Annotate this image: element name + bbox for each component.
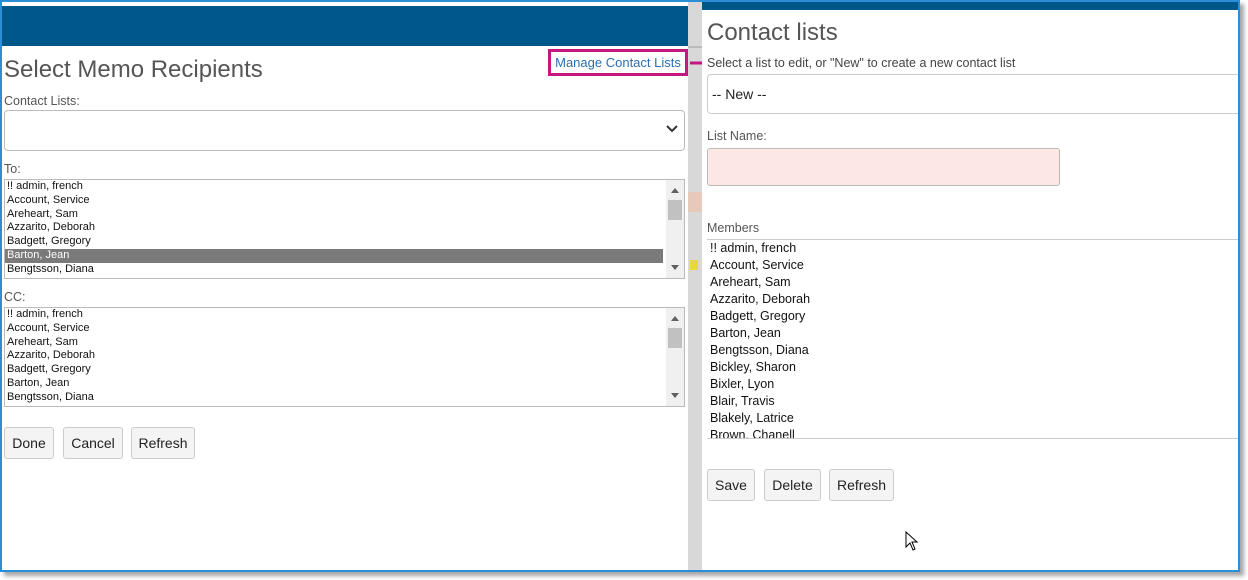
scroll-thumb[interactable]: [668, 200, 682, 220]
list-item[interactable]: !! admin, french: [5, 308, 663, 322]
list-item[interactable]: Azzarito, Deborah: [5, 349, 663, 363]
list-item[interactable]: Azzarito, Deborah: [707, 291, 1238, 308]
chevron-down-icon: [666, 125, 678, 133]
members-label: Members: [707, 221, 760, 235]
list-item[interactable]: Barton, Jean: [707, 325, 1238, 342]
memo-recipients-panel: Select Memo Recipients Manage Contact Li…: [2, 2, 688, 570]
list-item[interactable]: Bickley, Sharon: [707, 359, 1238, 376]
panel-divider: [688, 2, 702, 570]
header-bar: [2, 6, 688, 46]
list-item[interactable]: Blair, Travis: [707, 393, 1238, 410]
list-item[interactable]: Areheart, Sam: [707, 274, 1238, 291]
to-label: To:: [4, 162, 21, 176]
scroll-up-icon[interactable]: [671, 188, 679, 193]
done-button[interactable]: Done: [4, 427, 54, 459]
list-item[interactable]: !! admin, french: [707, 240, 1238, 257]
cc-listbox[interactable]: !! admin, french Account, Service Areheart…: [4, 307, 685, 407]
list-item[interactable]: Blakely, Latrice: [707, 410, 1238, 427]
contact-lists-label: Contact Lists:: [4, 94, 80, 108]
list-item[interactable]: Areheart, Sam: [5, 336, 663, 350]
list-name-label: List Name:: [707, 129, 767, 143]
scroll-thumb[interactable]: [668, 328, 682, 348]
header-bar: [702, 2, 1238, 10]
list-item[interactable]: !! admin, french: [5, 180, 663, 194]
list-item[interactable]: Account, Service: [5, 194, 663, 208]
window-frame: Select Memo Recipients Manage Contact Li…: [0, 0, 1240, 572]
list-item[interactable]: Barton, Jean: [5, 248, 663, 263]
to-scrollbar[interactable]: [666, 180, 684, 278]
list-item[interactable]: Account, Service: [707, 257, 1238, 274]
page-title: Contact lists: [707, 19, 838, 46]
list-item[interactable]: Badgett, Gregory: [707, 308, 1238, 325]
list-name-input[interactable]: [707, 148, 1060, 186]
save-button[interactable]: Save: [707, 469, 755, 501]
scroll-up-icon[interactable]: [671, 316, 679, 321]
instructions-text: Select a list to edit, or "New" to creat…: [707, 56, 1016, 70]
refresh-button[interactable]: Refresh: [131, 427, 195, 459]
scroll-down-icon[interactable]: [671, 265, 679, 270]
contact-list-select[interactable]: -- New --: [707, 74, 1238, 114]
list-item[interactable]: Areheart, Sam: [5, 208, 663, 222]
members-listbox[interactable]: !! admin, french Account, Service Areheart…: [707, 239, 1238, 439]
delete-button[interactable]: Delete: [764, 469, 821, 501]
contact-lists-panel: Contact lists Select a list to edit, or …: [702, 2, 1238, 570]
manage-contact-lists-link[interactable]: Manage Contact Lists: [548, 49, 688, 76]
page-title: Select Memo Recipients: [4, 56, 263, 83]
contact-lists-select[interactable]: [4, 110, 685, 151]
cc-label: CC:: [4, 290, 26, 304]
list-item[interactable]: Brown, Chanell: [707, 427, 1238, 438]
list-item[interactable]: Bengtsson, Diana: [707, 342, 1238, 359]
to-listbox[interactable]: !! admin, french Account, Service Areheart…: [4, 179, 685, 279]
list-item[interactable]: Account, Service: [5, 322, 663, 336]
list-item[interactable]: Azzarito, Deborah: [5, 221, 663, 235]
list-item[interactable]: Bixler, Lyon: [707, 376, 1238, 393]
refresh-button[interactable]: Refresh: [829, 469, 894, 501]
mouse-cursor-icon: [905, 531, 919, 551]
list-item[interactable]: Barton, Jean: [5, 377, 663, 391]
list-item[interactable]: Bengtsson, Diana: [5, 263, 663, 277]
list-item[interactable]: Badgett, Gregory: [5, 363, 663, 377]
scroll-down-icon[interactable]: [671, 393, 679, 398]
list-item[interactable]: Badgett, Gregory: [5, 235, 663, 249]
list-item[interactable]: Bengtsson, Diana: [5, 391, 663, 405]
cc-scrollbar[interactable]: [666, 308, 684, 406]
cancel-button[interactable]: Cancel: [63, 427, 123, 459]
